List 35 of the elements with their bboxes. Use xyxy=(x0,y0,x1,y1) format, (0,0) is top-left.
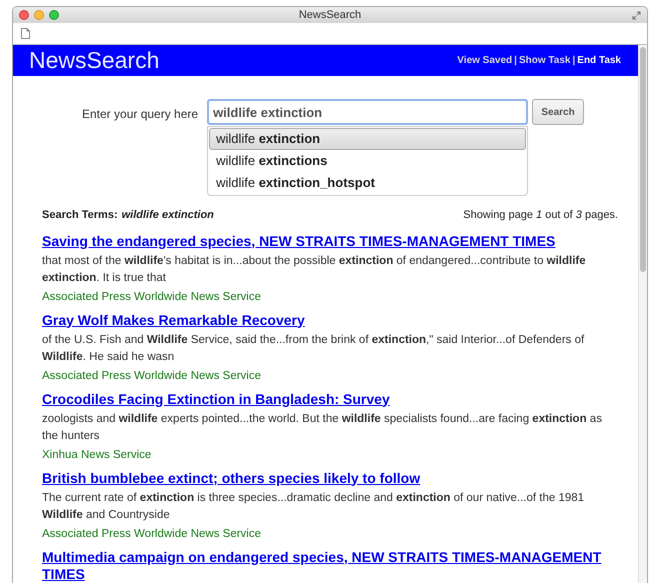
result-source: Associated Press Worldwide News Service xyxy=(42,290,262,304)
nav-link[interactable]: View Saved xyxy=(457,53,512,68)
suggestion-item[interactable]: wildlife extinctions xyxy=(209,150,526,172)
zoom-icon[interactable] xyxy=(49,10,59,20)
result-snippet: that most of the wildlife's habitat is in...about the possible extinction of endangered...contribute to wildlife extinction. It is true that xyxy=(42,254,587,286)
result-snippet: zoologists and wildlife experts pointed...the world. But the wildlife specialists found...are facing extinction as the hunters xyxy=(42,412,603,444)
suggestion-item[interactable]: wildlife extinction_hotspot xyxy=(209,172,526,194)
query-label: Enter your query here xyxy=(82,106,198,123)
logo: NewsSearch xyxy=(29,49,160,72)
scrollbar-thumb[interactable] xyxy=(640,47,646,272)
result-source: Associated Press Worldwide News Service xyxy=(42,526,262,542)
result-title-link[interactable]: Multimedia campaign on endangered species, NEW STRAITS TIMES-MANAGEMENT TIMES xyxy=(42,548,618,582)
result-snippet: The current rate of extinction is three species...dramatic decline and extinction of our native...of the 1981 Wildlife and Countryside xyxy=(42,490,586,522)
result-title-link[interactable]: Crocodiles Facing Extinction in Bangladesh: Survey xyxy=(42,390,618,408)
result-source: Xinhua News Service xyxy=(42,448,152,462)
nav-link[interactable]: Show Task xyxy=(518,53,570,68)
separator: | xyxy=(572,54,576,68)
result-source: Associated Press Worldwide News Service xyxy=(42,368,262,384)
nav-link[interactable]: End Task xyxy=(577,53,621,68)
result-title-link[interactable]: Saving the endangered species, NEW STRAITS TIMES-MANAGEMENT TIMES xyxy=(42,232,618,250)
search-terms-label: Search Terms: xyxy=(42,208,118,223)
close-icon[interactable] xyxy=(19,10,29,20)
result-snippet: of the U.S. Fish and Wildlife Service, said the...from the brink of extinction," said Interior...of Defenders of Wildlife. He said he wasn xyxy=(42,332,586,364)
suggestion-item[interactable]: wildlife extinction xyxy=(209,128,526,150)
separator: | xyxy=(514,54,517,68)
search-terms: wildlife extinction xyxy=(122,208,214,223)
document-icon xyxy=(21,28,30,39)
result-title-link[interactable]: Gray Wolf Makes Remarkable Recovery xyxy=(42,312,618,328)
fullscreen-icon[interactable] xyxy=(632,10,641,20)
page-info: Showing page 1 out of 3 pages. xyxy=(463,208,618,223)
search-field[interactable]: wildlife extinction xyxy=(207,99,528,125)
result-title-link[interactable]: British bumblebee extinct; others species likely to follow xyxy=(42,470,618,486)
search-button[interactable]: Search xyxy=(532,99,584,125)
window-title: NewsSearch xyxy=(298,8,362,23)
minimize-icon[interactable] xyxy=(34,10,44,20)
